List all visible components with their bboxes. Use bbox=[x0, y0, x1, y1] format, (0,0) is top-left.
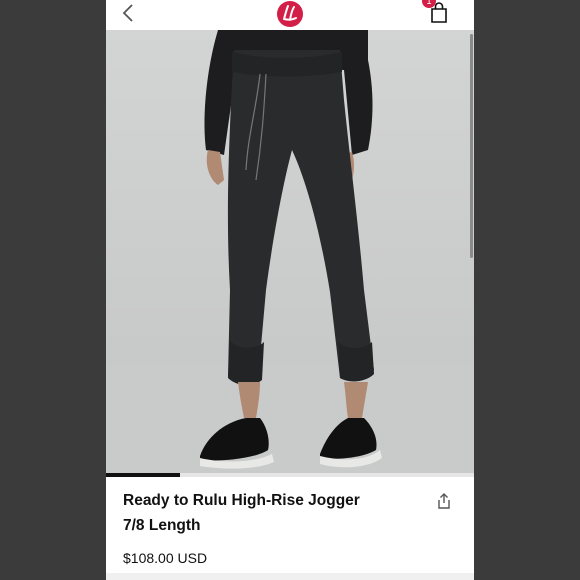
product-price: $108.00 USD bbox=[123, 550, 208, 566]
product-image[interactable] bbox=[106, 30, 474, 475]
share-icon[interactable] bbox=[436, 492, 452, 510]
gallery-progress bbox=[106, 473, 474, 477]
next-section-edge bbox=[106, 573, 474, 580]
backdrop-left bbox=[0, 0, 106, 580]
product-title: Ready to Rulu High-Rise Jogger 7/8 Lengt… bbox=[123, 492, 360, 534]
chevron-left-icon[interactable] bbox=[120, 2, 138, 24]
lululemon-logo-icon[interactable] bbox=[276, 0, 304, 28]
top-nav: 1 bbox=[106, 0, 474, 30]
product-photo-illustration bbox=[106, 30, 474, 475]
backdrop-right bbox=[474, 0, 580, 580]
gallery-progress-fill bbox=[106, 473, 180, 477]
cart-button[interactable]: 1 bbox=[422, 0, 452, 26]
scrollbar[interactable] bbox=[470, 34, 473, 258]
product-page: 1 Ready to Rulu High-Rise Jogger 7/8 Len… bbox=[106, 0, 474, 580]
